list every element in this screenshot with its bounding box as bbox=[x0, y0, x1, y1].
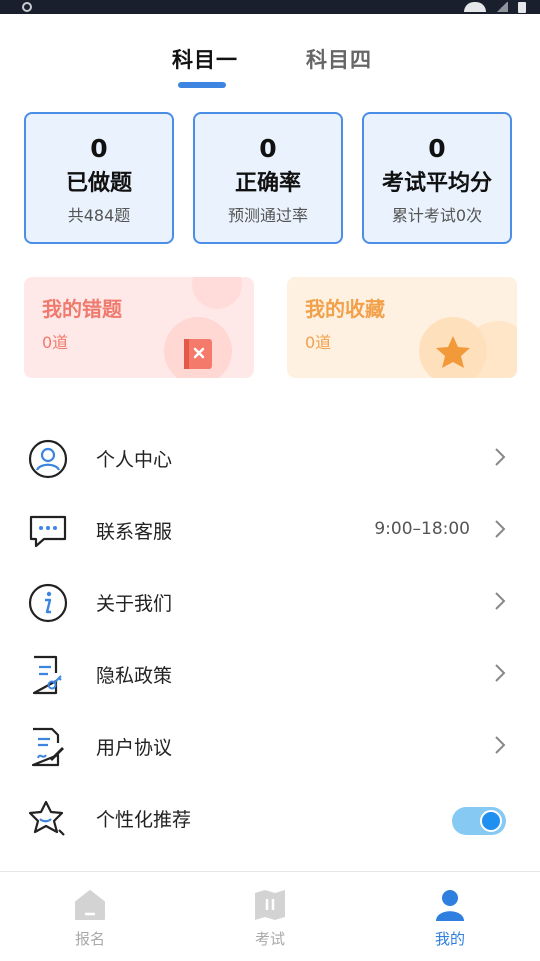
stat-label: 正确率 bbox=[234, 171, 301, 196]
nav-label: 我的 bbox=[434, 930, 465, 948]
menu-label: 隐私政策 bbox=[96, 665, 173, 687]
error-book-icon bbox=[184, 339, 212, 369]
status-bar bbox=[0, 0, 540, 14]
stat-sub: 预测通过率 bbox=[227, 206, 308, 225]
tab-indicator bbox=[178, 82, 226, 88]
wrong-badge bbox=[164, 317, 232, 378]
menu-label: 个人中心 bbox=[96, 449, 173, 471]
stat-label: 考试平均分 bbox=[381, 171, 492, 196]
profile-icon bbox=[436, 890, 464, 921]
nav-item-mine[interactable]: 我的 bbox=[360, 872, 540, 961]
wrong-questions-card[interactable]: 我的错题 0道 bbox=[24, 277, 254, 378]
wrong-questions-title: 我的错题 bbox=[42, 297, 122, 321]
chat-bubble-icon bbox=[29, 515, 67, 548]
menu-label: 用户协议 bbox=[96, 737, 173, 759]
menu-label: 个性化推荐 bbox=[96, 809, 192, 831]
document-sign-icon bbox=[31, 727, 64, 767]
stat-value: 0 bbox=[259, 134, 277, 163]
notification-icon bbox=[22, 2, 32, 12]
stat-value: 0 bbox=[90, 134, 108, 163]
stat-card-accuracy[interactable]: 0 正确率 预测通过率 bbox=[193, 112, 343, 244]
chevron-right-icon bbox=[495, 736, 506, 754]
stat-label: 已做题 bbox=[65, 171, 132, 196]
subject-tabs: 科目一 科目四 bbox=[0, 44, 540, 90]
home-icon bbox=[75, 890, 105, 920]
wrong-questions-count: 0道 bbox=[42, 333, 69, 352]
menu-item-about[interactable]: 关于我们 bbox=[0, 567, 540, 639]
nav-label: 报名 bbox=[74, 930, 105, 948]
menu-label: 关于我们 bbox=[96, 593, 173, 615]
menu-item-contact[interactable]: 联系客服 9:00–18:00 bbox=[0, 495, 540, 567]
favorites-card[interactable]: 我的收藏 0道 bbox=[287, 277, 517, 378]
toggle-knob bbox=[480, 810, 502, 832]
stat-sub: 累计考试0次 bbox=[391, 206, 483, 225]
info-icon bbox=[28, 583, 68, 623]
menu-item-agreement[interactable]: 用户协议 bbox=[0, 711, 540, 783]
tab-subject-4[interactable]: 科目四 bbox=[306, 44, 372, 74]
star-sparkle-icon bbox=[28, 800, 65, 836]
status-icons bbox=[464, 0, 526, 14]
document-key-icon bbox=[32, 655, 62, 695]
chevron-right-icon bbox=[495, 448, 506, 466]
battery-icon bbox=[518, 1, 526, 13]
menu-label: 联系客服 bbox=[96, 521, 173, 543]
chevron-right-icon bbox=[495, 664, 506, 682]
menu-item-privacy[interactable]: 隐私政策 bbox=[0, 639, 540, 711]
user-circle-icon bbox=[28, 439, 68, 479]
favorites-title: 我的收藏 bbox=[305, 297, 385, 321]
menu-item-personalized: 个性化推荐 bbox=[0, 783, 540, 855]
stat-card-done[interactable]: 0 已做题 共484题 bbox=[24, 112, 174, 244]
personalized-toggle[interactable] bbox=[452, 807, 506, 835]
stat-value: 0 bbox=[428, 134, 446, 163]
menu-item-profile[interactable]: 个人中心 bbox=[0, 423, 540, 495]
nav-item-register[interactable]: 报名 bbox=[0, 872, 180, 961]
stat-sub: 共484题 bbox=[67, 206, 131, 225]
chevron-right-icon bbox=[495, 592, 506, 610]
signal-icon bbox=[496, 2, 508, 12]
chevron-right-icon bbox=[495, 520, 506, 538]
bottom-nav: 报名 考试 我的 bbox=[0, 871, 540, 961]
tab-subject-1[interactable]: 科目一 bbox=[172, 44, 238, 74]
favorites-count: 0道 bbox=[305, 333, 332, 352]
book-icon bbox=[255, 890, 285, 920]
wifi-icon bbox=[464, 2, 486, 12]
nav-label: 考试 bbox=[254, 930, 285, 948]
favorites-badge bbox=[419, 317, 487, 378]
service-hours: 9:00–18:00 bbox=[374, 519, 470, 539]
star-icon bbox=[436, 336, 470, 368]
decor-circle bbox=[192, 277, 242, 309]
stat-card-average[interactable]: 0 考试平均分 累计考试0次 bbox=[362, 112, 512, 244]
nav-item-exam[interactable]: 考试 bbox=[180, 872, 360, 961]
